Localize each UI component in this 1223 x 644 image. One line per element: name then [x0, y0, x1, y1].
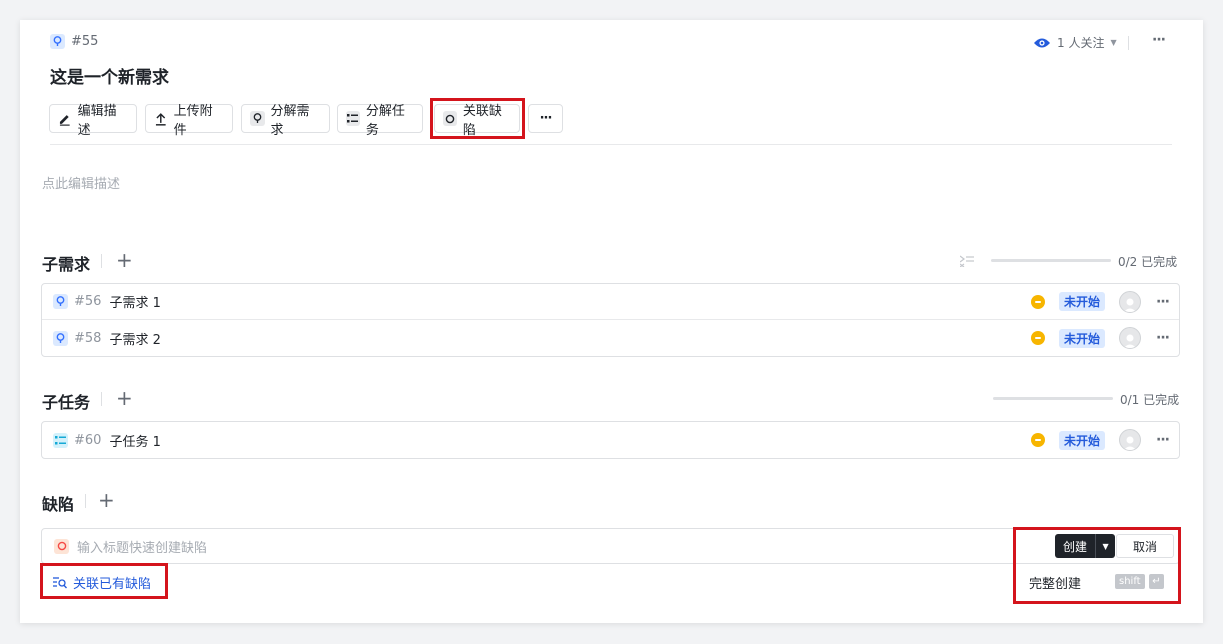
list-item[interactable]: #56 子需求 1 未开始 ··· — [42, 284, 1179, 320]
issue-id: #55 — [50, 34, 98, 49]
list-item[interactable]: #60 子任务 1 未开始 ··· — [42, 422, 1179, 458]
priority-icon[interactable] — [1031, 433, 1045, 447]
item-title[interactable]: 子任务 1 — [109, 431, 160, 450]
divider — [1128, 36, 1129, 50]
bug-title-input[interactable]: 输入标题快速创建缺陷 — [77, 537, 207, 556]
add-sub-story-icon[interactable]: + — [116, 250, 133, 270]
list-item[interactable]: #58 子需求 2 未开始 ··· — [42, 320, 1179, 356]
divider — [85, 494, 86, 508]
collapse-list-icon[interactable] — [960, 255, 974, 267]
sub-tasks-list: #60 子任务 1 未开始 ··· — [41, 421, 1180, 459]
bugs-title: 缺陷 — [42, 495, 75, 514]
story-icon — [53, 294, 68, 309]
eye-icon — [1034, 38, 1050, 47]
item-number: #56 — [74, 294, 102, 309]
sub-stories-list: #56 子需求 1 未开始 ··· #58 子需求 2 未开始 ··· — [41, 283, 1180, 357]
upload-icon — [155, 112, 166, 126]
toolbar-more-button[interactable]: ··· — [528, 104, 563, 133]
avatar[interactable] — [1119, 327, 1141, 349]
split-task-label: 分解任务 — [365, 103, 405, 138]
divider — [50, 144, 1172, 145]
edit-description-button[interactable]: 编辑描述 — [49, 104, 137, 138]
task-icon — [53, 432, 68, 448]
bug-icon — [54, 538, 69, 554]
highlight-box — [430, 98, 525, 139]
watchers-count: 1 人关注 — [1057, 36, 1105, 50]
chevron-down-icon: ▼ — [1110, 38, 1117, 47]
add-bug-icon[interactable]: + — [98, 490, 115, 510]
story-icon — [50, 34, 65, 49]
avatar[interactable] — [1119, 429, 1141, 451]
issue-number: #55 — [71, 34, 99, 49]
sub-stories-progress: 0/2 已完成 — [1118, 255, 1178, 269]
task-list-icon — [346, 111, 360, 126]
priority-icon[interactable] — [1031, 294, 1045, 309]
split-task-button[interactable]: 分解任务 — [337, 104, 423, 138]
quick-create-bug-field[interactable]: 输入标题快速创建缺陷 — [41, 528, 1180, 564]
more-options-icon[interactable]: ··· — [1156, 330, 1170, 346]
add-sub-task-icon[interactable]: + — [116, 388, 133, 408]
more-options-icon[interactable]: ··· — [1156, 432, 1170, 448]
sub-tasks-progress: 0/1 已完成 — [1120, 393, 1180, 407]
edit-description-label: 编辑描述 — [77, 103, 117, 138]
highlight-box — [40, 563, 168, 599]
page-title[interactable]: 这是一个新需求 — [50, 63, 169, 88]
description-placeholder[interactable]: 点此编辑描述 — [42, 173, 120, 192]
sub-tasks-title: 子任务 — [42, 393, 91, 412]
item-title[interactable]: 子需求 2 — [109, 329, 160, 348]
divider — [101, 254, 102, 268]
more-options-icon[interactable]: ··· — [1156, 294, 1170, 310]
status-badge[interactable]: 未开始 — [1058, 328, 1105, 348]
sub-tasks-progress-bar — [993, 397, 1113, 400]
upload-attachment-button[interactable]: 上传附件 — [145, 104, 233, 138]
lightbulb-icon — [250, 111, 265, 126]
issue-detail-panel: #55 这是一个新需求 1 人关注 ▼ ··· 编辑描述 上传附件 分解需求 分… — [20, 20, 1203, 623]
sub-stories-progress-bar — [991, 259, 1111, 262]
priority-icon[interactable] — [1031, 331, 1045, 345]
watch-button[interactable]: 1 人关注 ▼ — [1033, 34, 1117, 51]
avatar[interactable] — [1119, 290, 1141, 313]
story-icon — [53, 330, 68, 346]
split-story-button[interactable]: 分解需求 — [241, 104, 330, 138]
divider — [101, 392, 102, 406]
more-options-icon[interactable]: ··· — [1152, 32, 1166, 48]
item-number: #60 — [74, 432, 102, 448]
status-badge[interactable]: 未开始 — [1058, 430, 1105, 450]
upload-label: 上传附件 — [173, 103, 213, 138]
split-story-label: 分解需求 — [270, 103, 310, 138]
item-number: #58 — [74, 330, 102, 346]
status-badge[interactable]: 未开始 — [1058, 292, 1105, 311]
highlight-box — [1013, 527, 1181, 604]
sub-stories-title: 子需求 — [42, 255, 91, 274]
pencil-icon — [59, 114, 70, 126]
item-title[interactable]: 子需求 1 — [109, 292, 160, 311]
